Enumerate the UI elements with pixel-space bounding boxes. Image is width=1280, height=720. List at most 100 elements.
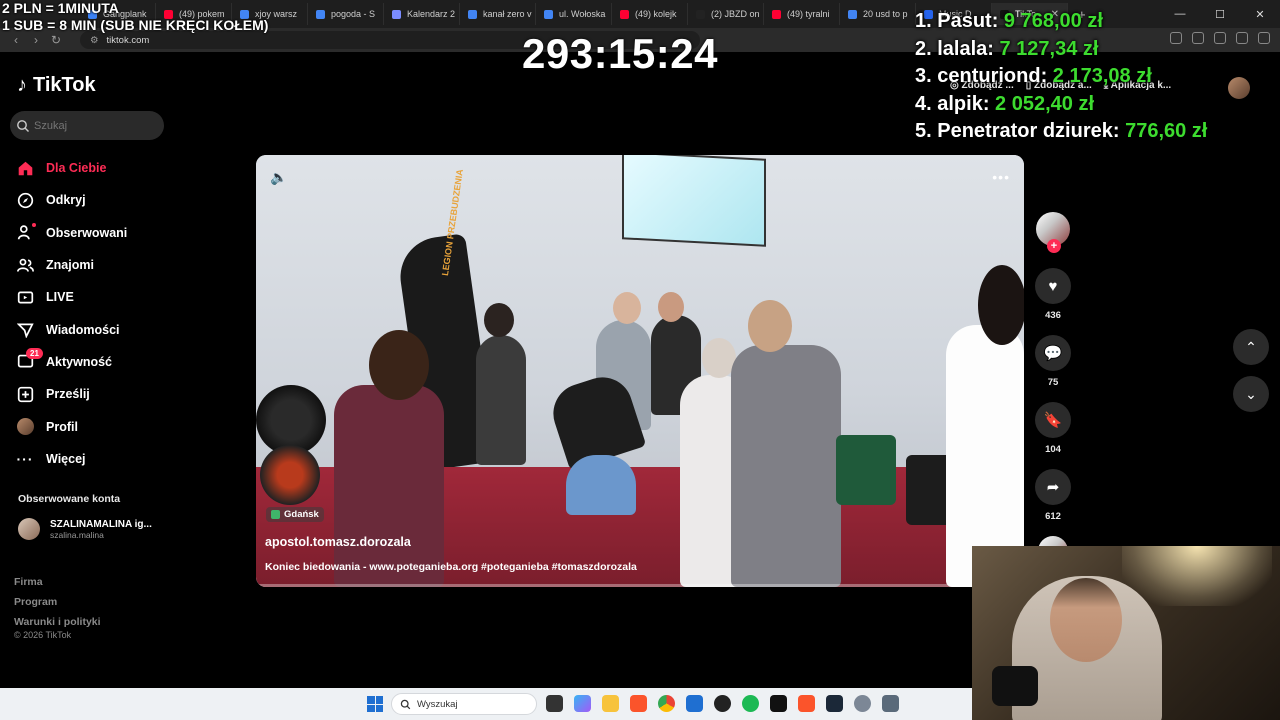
sidebar-item-home[interactable]: Dla Ciebie (16, 152, 127, 184)
sidebar-item-profile[interactable]: Profil (16, 410, 127, 442)
tab-title: pogoda - S (331, 9, 376, 19)
sidebar-item-more[interactable]: ··· Więcej (16, 443, 127, 475)
browser-tab[interactable]: ul. Wołoska (536, 3, 612, 25)
sidebar-item-label: Aktywność (46, 354, 112, 369)
extension-icon[interactable] (1236, 32, 1248, 44)
search-input[interactable] (34, 119, 154, 132)
more-options-icon[interactable]: ••• (992, 169, 1010, 185)
video-person (476, 335, 526, 465)
brave-icon[interactable] (798, 695, 815, 712)
sidebar-item-following[interactable]: Obserwowani (16, 217, 127, 249)
site-info-icon[interactable]: ⚙ (90, 35, 99, 46)
next-video-button[interactable]: ⌄ (1233, 376, 1269, 412)
donation-amount: 2 052,40 zł (995, 92, 1095, 115)
comment-count: 75 (1047, 377, 1059, 388)
brave-icon[interactable] (630, 695, 647, 712)
screen: Gangplank (49) pokem xjoy warsz pogoda - SK… (0, 0, 1280, 720)
share-button[interactable]: ➦ (1035, 469, 1071, 505)
webcam-streamer-head (1050, 578, 1122, 662)
notification-badge: 21 (26, 347, 43, 359)
tab-favicon (468, 9, 477, 19)
author-avatar[interactable]: + (1036, 212, 1070, 253)
sidebar-item-upload[interactable]: Prześlij (16, 378, 127, 410)
followed-account[interactable]: SZALINAMALINA ig... szalina.malina (18, 518, 152, 540)
store-icon[interactable] (686, 695, 703, 712)
chrome-icon[interactable] (658, 695, 675, 712)
location-label: Gdańsk (284, 509, 319, 520)
sidebar-item-friends[interactable]: Znajomi (16, 249, 127, 281)
extension-icon[interactable] (1214, 32, 1226, 44)
follow-plus-icon[interactable]: + (1047, 239, 1061, 253)
sidebar-item-live[interactable]: LIVE (16, 281, 127, 313)
spotify-icon[interactable] (742, 695, 759, 712)
browser-tab[interactable]: Kalendarz 2 (384, 3, 460, 25)
following-icon (16, 224, 34, 242)
footer-link[interactable]: Firma (14, 572, 101, 592)
donor-name: 4. alpik: (915, 92, 990, 115)
video-person-head (484, 303, 514, 337)
tab-title: (49) tyralni (787, 9, 830, 19)
account-handle: szalina.malina (50, 529, 104, 540)
donation-rule-pln: 2 PLN = 1MINUTA (2, 0, 119, 16)
browser-tab[interactable]: (2) JBZD on (688, 3, 764, 25)
settings-icon[interactable] (854, 695, 871, 712)
sidebar-item-messages[interactable]: Wiadomości (16, 313, 127, 345)
sidebar-item-compass[interactable]: Odkryj (16, 184, 127, 216)
search-box[interactable] (10, 111, 164, 140)
location-tag[interactable]: Gdańsk (266, 507, 324, 522)
video-description: Koniec biedowania - www.poteganieba.org … (265, 561, 637, 573)
footer-link[interactable]: Program (14, 592, 101, 612)
reload-icon[interactable]: ↻ (46, 33, 66, 47)
volume-icon[interactable]: 🔈 (270, 169, 287, 186)
copilot-icon[interactable] (574, 695, 591, 712)
microphone-icon (992, 666, 1038, 706)
task-view-icon[interactable] (546, 695, 563, 712)
browser-tab[interactable]: (49) kolejk (612, 3, 688, 25)
close-window-button[interactable]: ✕ (1240, 8, 1280, 21)
video-player[interactable]: LEGION PRZEBUDZENIA 🔈 ••• Gdańsk apostol… (256, 155, 1024, 587)
save-button[interactable]: 🔖 (1035, 402, 1071, 438)
like-count: 436 (1045, 310, 1061, 321)
video-author[interactable]: apostol.tomasz.dorozala (265, 535, 411, 549)
share-icon: ➦ (1046, 479, 1060, 496)
profile-icon (16, 418, 34, 436)
forward-icon[interactable]: › (26, 33, 46, 47)
taskbar-search-placeholder: Wyszukaj (417, 698, 458, 710)
video-progress-bar[interactable] (256, 584, 1024, 587)
subathon-timer: 293:15:24 (522, 30, 718, 77)
steam-icon[interactable] (826, 695, 843, 712)
browser-tab[interactable]: 20 usd to p (840, 3, 916, 25)
tiktok-logo[interactable]: ♪ TikTok (17, 74, 96, 97)
friends-icon (16, 256, 34, 274)
calculator-icon[interactable] (882, 695, 899, 712)
chevron-down-icon: ⌄ (1245, 385, 1257, 402)
donation-amount: 7 127,34 zł (999, 37, 1099, 60)
donation-rule-sub: 1 SUB = 8 MIN (SUB NIE KRĘCI KOŁEM) (2, 17, 269, 33)
browser-tab[interactable]: kanał zero v (460, 3, 536, 25)
browser-tab[interactable]: pogoda - S (308, 3, 384, 25)
taskbar-search[interactable]: Wyszukaj (391, 693, 537, 715)
back-icon[interactable]: ‹ (6, 33, 26, 47)
avatar (18, 518, 40, 540)
user-avatar[interactable] (1228, 77, 1250, 99)
previous-video-button[interactable]: ⌃ (1233, 329, 1269, 365)
sidebar-item-activity[interactable]: 21 Aktywność (16, 346, 127, 378)
app-icon[interactable] (714, 695, 731, 712)
bookmark-icon: 🔖 (1043, 412, 1063, 429)
browser-tab[interactable]: (49) tyralni (764, 3, 840, 25)
app-icon[interactable] (770, 695, 787, 712)
like-button[interactable]: ♥ (1035, 268, 1071, 304)
menu-icon[interactable] (1258, 32, 1270, 44)
video-scene-chair (836, 435, 896, 505)
tab-title: (2) JBZD on (711, 9, 760, 19)
comment-button[interactable]: 💬 (1035, 335, 1071, 371)
tab-title: Kalendarz 2 (407, 9, 456, 19)
start-button[interactable] (367, 696, 383, 712)
footer-link[interactable]: Warunki i polityki (14, 612, 101, 632)
file-explorer-icon[interactable] (602, 695, 619, 712)
sidebar-item-label: Znajomi (46, 258, 94, 273)
copyright: © 2026 TikTok (14, 630, 72, 640)
live-icon (16, 288, 34, 306)
sidebar-item-label: Więcej (46, 451, 86, 466)
leaderboard-row: 5. Penetrator dziurek: 776,60 zł (915, 118, 1207, 146)
